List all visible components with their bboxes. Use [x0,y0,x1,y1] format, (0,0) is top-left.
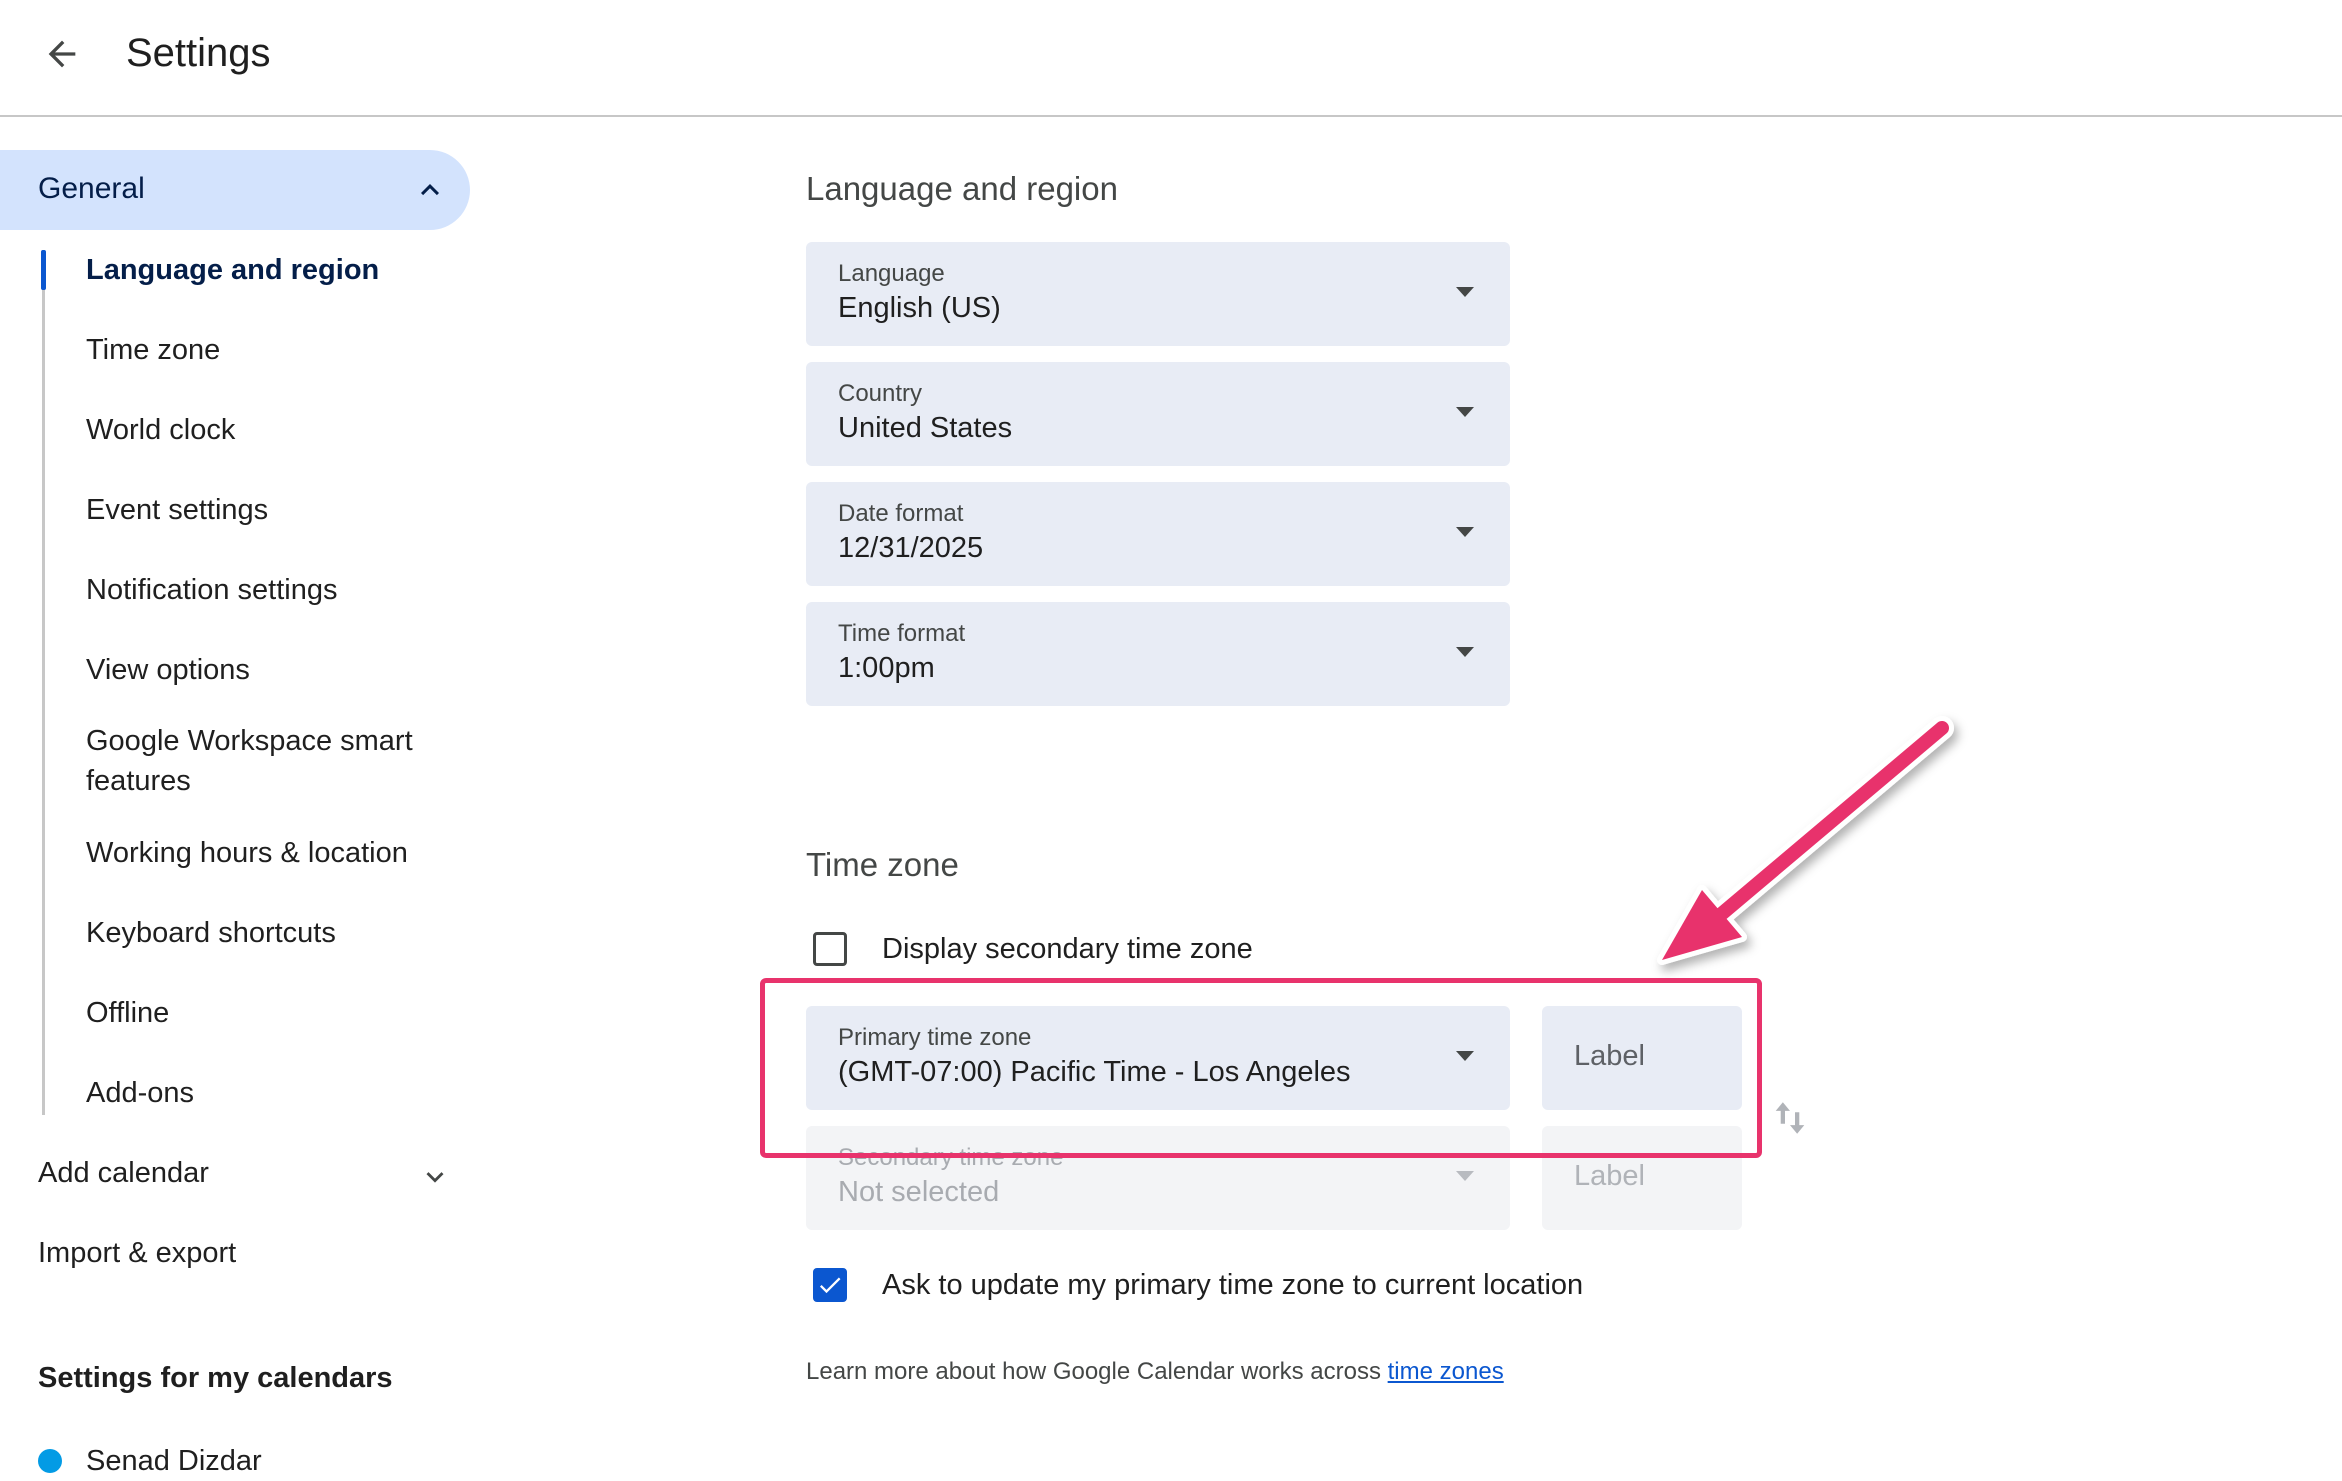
highlight-box [760,978,1762,1158]
learn-more-text: Learn more about how Google Calendar wor… [806,1358,1504,1386]
ask-update-label: Ask to update my primary time zone to cu… [882,1269,1584,1301]
sidebar-item-import-export[interactable]: Import & export [38,1233,236,1273]
calendar-color-dot [38,1449,62,1473]
sidebar-item-world-clock[interactable]: World clock [86,410,426,450]
my-calendars-heading: Settings for my calendars [38,1362,393,1394]
arrow-left-icon [48,40,76,68]
back-button[interactable] [30,22,94,86]
chevron-down-icon[interactable] [418,1160,452,1194]
sidebar-item-keyboard-shortcuts[interactable]: Keyboard shortcuts [86,913,426,953]
sidebar-item-label: General [38,172,145,205]
display-secondary-checkbox[interactable] [813,932,847,966]
sidebar-item-view-options[interactable]: View options [86,650,426,690]
field-label: Date format [838,500,964,527]
top-bar: Settings [0,0,2342,117]
swap-vertical-icon[interactable] [1772,1098,1808,1138]
ask-update-checkbox[interactable] [813,1268,847,1302]
sidebar-item-add-ons[interactable]: Add-ons [86,1073,426,1113]
field-value: 1:00pm [838,652,935,684]
sidebar-item-time-zone[interactable]: Time zone [86,330,426,370]
subnav-active-indicator [41,250,46,290]
time-zone-title: Time zone [806,846,959,883]
field-value: 12/31/2025 [838,532,984,564]
dropdown-caret-icon [1456,527,1474,537]
sidebar-item-add-calendar[interactable]: Add calendar [38,1153,209,1193]
language-region-title: Language and region [806,170,1118,207]
page-title: Settings [126,31,271,75]
field-value: Not selected [838,1176,1000,1208]
display-secondary-label: Display secondary time zone [882,933,1253,965]
date-format-select[interactable]: Date format 12/31/2025 [806,482,1510,586]
checkmark-icon [819,1277,841,1294]
dropdown-caret-icon [1456,407,1474,417]
sidebar-item-calendar[interactable]: Senad Dizdar [86,1441,426,1481]
time-format-select[interactable]: Time format 1:00pm [806,602,1510,706]
sidebar-item-workspace-smart-features[interactable]: Google Workspace smart features [86,721,426,801]
chevron-up-icon [421,184,439,196]
language-select[interactable]: Language English (US) [806,242,1510,346]
time-zones-link[interactable]: time zones [1388,1358,1504,1385]
sidebar-item-working-hours[interactable]: Working hours & location [86,833,426,873]
field-label: Time format [838,620,966,647]
field-label: Country [838,380,923,407]
subnav-rail [42,250,45,1115]
sidebar-item-general[interactable]: General [0,150,470,230]
field-label: Language [838,260,945,287]
sidebar-item-offline[interactable]: Offline [86,993,426,1033]
dropdown-caret-icon [1456,287,1474,297]
sidebar-item-language-region[interactable]: Language and region [86,250,426,290]
field-value: United States [838,412,1013,444]
learn-more-prefix: Learn more about how Google Calendar wor… [806,1358,1388,1385]
dropdown-caret-icon [1456,647,1474,657]
dropdown-caret-icon [1456,1171,1474,1181]
country-select[interactable]: Country United States [806,362,1510,466]
field-value: English (US) [838,292,1001,324]
sidebar-item-event-settings[interactable]: Event settings [86,490,426,530]
sidebar-item-notification-settings[interactable]: Notification settings [86,570,426,610]
label-placeholder: Label [1574,1160,1645,1192]
